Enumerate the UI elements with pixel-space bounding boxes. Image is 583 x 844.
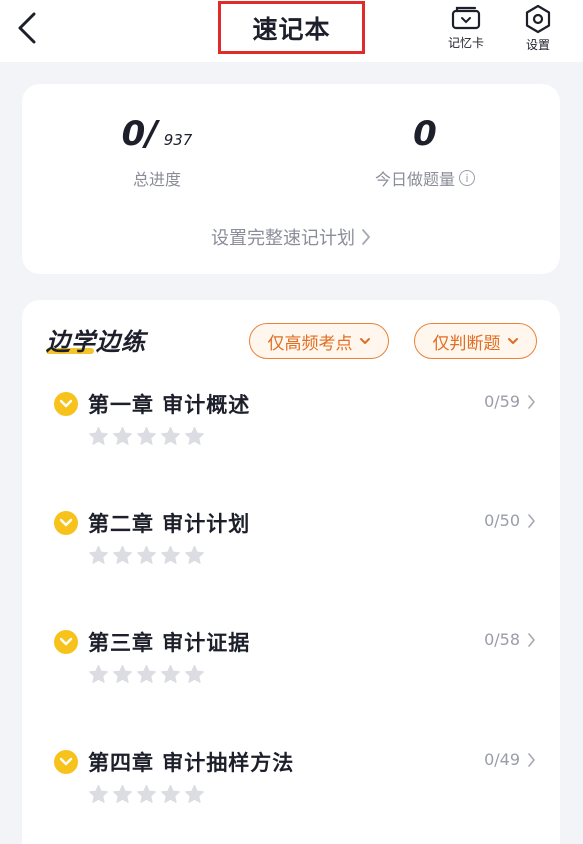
star-icon [89, 426, 108, 445]
total-progress-stat: 0/ 937 总进度 [82, 114, 232, 190]
chapter-row[interactable]: 第三章 审计证据 0/58 [22, 630, 560, 730]
star-icon [113, 426, 132, 445]
chapter-row[interactable]: 第四章 审计抽样方法 0/49 [22, 750, 560, 844]
page-title-highlight: 速记本 [218, 1, 365, 54]
chapter-row[interactable]: 第一章 审计概述 0/59 [22, 392, 560, 492]
star-icon [89, 664, 108, 683]
star-icon [137, 664, 156, 683]
star-icon [161, 784, 180, 803]
memory-card-button[interactable]: 记忆卡 [442, 4, 490, 51]
today-count-value: 0 [413, 114, 437, 154]
today-count-stat: 0 今日做题量 i [340, 114, 510, 190]
set-plan-label: 设置完整速记计划 [211, 228, 355, 249]
chapter-progress: 0/59 [484, 392, 520, 411]
star-icon [89, 784, 108, 803]
hexagon-gear-icon [525, 4, 551, 34]
star-rating [88, 784, 205, 805]
chapter-row[interactable]: 第二章 审计计划 0/50 [22, 511, 560, 611]
chevron-right-icon [528, 514, 535, 528]
check-circle-icon[interactable] [54, 750, 78, 774]
star-icon [185, 545, 204, 564]
today-count-label: 今日做题量 [374, 170, 455, 189]
chapter-title: 第四章 审计抽样方法 [88, 751, 295, 775]
page-title: 速记本 [252, 14, 331, 44]
chevron-down-icon [359, 338, 370, 344]
star-icon [161, 426, 180, 445]
chapter-title: 第三章 审计证据 [88, 631, 251, 655]
total-progress-label: 总进度 [132, 170, 181, 189]
top-nav-bar: 速记本 记忆卡 设置 [0, 0, 583, 62]
settings-button[interactable]: 设置 [518, 4, 558, 53]
star-icon [113, 545, 132, 564]
chapter-title: 第一章 审计概述 [88, 393, 251, 417]
star-icon [161, 664, 180, 683]
check-circle-icon[interactable] [54, 392, 78, 416]
star-icon [113, 784, 132, 803]
star-rating [88, 545, 205, 566]
star-icon [185, 664, 204, 683]
set-plan-link[interactable]: 设置完整速记计划 [22, 224, 560, 250]
check-circle-icon[interactable] [54, 630, 78, 654]
chevron-right-icon [362, 229, 370, 245]
card-icon [451, 6, 481, 30]
star-icon [185, 426, 204, 445]
filter-true-false-label: 仅判断题 [432, 333, 501, 354]
chapter-progress: 0/50 [484, 511, 520, 530]
settings-label: 设置 [525, 38, 550, 52]
star-icon [137, 426, 156, 445]
check-circle-icon[interactable] [54, 511, 78, 535]
today-count-label-row: 今日做题量 i [375, 166, 475, 190]
filter-high-frequency-label: 仅高频考点 [267, 333, 353, 354]
back-button[interactable] [10, 8, 44, 48]
star-icon [113, 664, 132, 683]
chevron-down-icon [507, 338, 518, 344]
filter-true-false-button[interactable]: 仅判断题 [414, 323, 537, 359]
chapter-progress: 0/58 [484, 630, 520, 649]
info-icon[interactable]: i [459, 170, 475, 186]
star-rating [88, 664, 205, 685]
chevron-right-icon [528, 633, 535, 647]
chapter-title: 第二章 审计计划 [88, 512, 251, 536]
total-count-value: 937 [163, 131, 193, 149]
star-rating [88, 426, 205, 447]
star-icon [161, 545, 180, 564]
section-title: 边学边练 [46, 328, 146, 356]
memory-card-label: 记忆卡 [447, 36, 484, 50]
chevron-right-icon [528, 395, 535, 409]
star-icon [185, 784, 204, 803]
chevron-left-icon [18, 12, 36, 44]
filter-high-frequency-button[interactable]: 仅高频考点 [249, 323, 389, 359]
progress-card: 0/ 937 总进度 0 今日做题量 i 设置完整速记计划 [22, 84, 560, 274]
total-done-value: 0/ [121, 114, 158, 154]
chapter-progress: 0/49 [484, 750, 520, 769]
chevron-right-icon [528, 753, 535, 767]
chapter-list-card: 边学边练 仅高频考点 仅判断题 第一章 审计概述 0/59 第二章 审计计划 0/50… [22, 300, 560, 844]
star-icon [137, 784, 156, 803]
star-icon [89, 545, 108, 564]
star-icon [137, 545, 156, 564]
